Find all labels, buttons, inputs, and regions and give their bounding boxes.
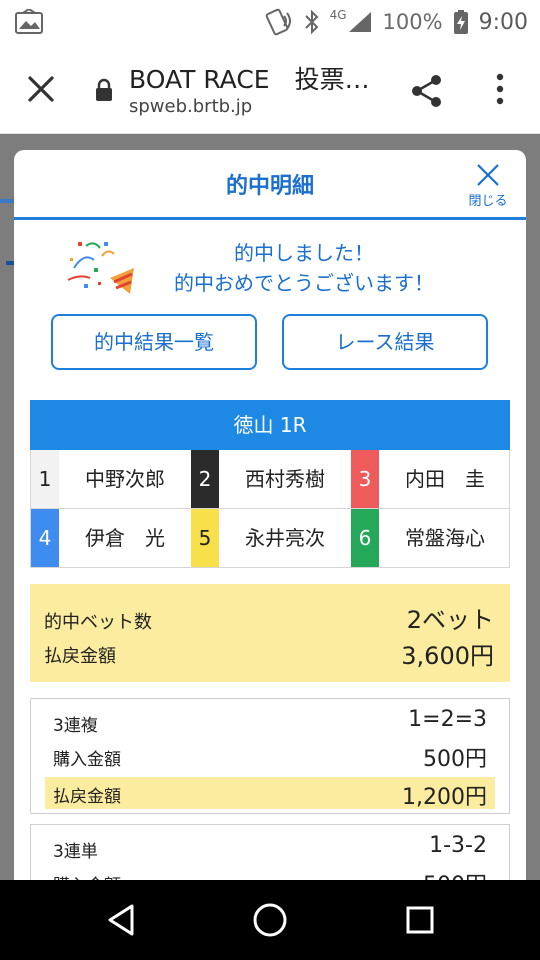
racer-name: 永井亮次 (245, 526, 325, 550)
bet-type: 3連単 (53, 842, 98, 862)
more-options-icon[interactable] (488, 70, 512, 108)
racer-cell: 6 常盤海心 (351, 509, 511, 567)
status-bar: 4G 100% 9:00 (0, 0, 540, 44)
racer-number: 3 (351, 450, 379, 508)
racer-name: 伊倉 光 (85, 526, 165, 550)
share-icon[interactable] (408, 72, 446, 110)
total-payout-label: 払戻金額 (44, 646, 116, 667)
congrats-message: 的中しました！ 的中おめでとうございます！ (64, 234, 474, 304)
racer-number: 4 (31, 509, 59, 567)
racer-cell: 4 伊倉 光 (31, 509, 191, 567)
bet-type: 3連複 (53, 716, 98, 736)
close-label: 閉じる (468, 194, 508, 209)
battery-percent: 100% (382, 10, 443, 34)
image-notification-icon (15, 9, 43, 34)
hit-results-list-button[interactable]: 的中結果一覧 (51, 314, 257, 370)
bet-combination: 1-3-2 (429, 833, 487, 858)
page-title: BOAT RACE 投票… (129, 65, 370, 94)
racer-cell: 1 中野次郎 (31, 450, 191, 508)
modal-header: 的中明細 閉じる (14, 150, 526, 220)
background-accent (6, 261, 14, 265)
hit-summary: 的中ベット数 2ベット 払戻金額 3,600円 (30, 584, 510, 682)
clock: 9:00 (478, 9, 528, 35)
recent-apps-icon[interactable] (404, 904, 436, 936)
background-accent (0, 199, 14, 203)
racer-name: 常盤海心 (405, 526, 485, 550)
bet-payout-row: 払戻金額 1,200円 (45, 777, 495, 810)
bluetooth-icon (304, 9, 319, 35)
modal-close-button[interactable]: 閉じる (464, 162, 512, 210)
bet-combination: 1=2=3 (408, 707, 487, 732)
bet-count-label: 的中ベット数 (44, 612, 152, 633)
system-navigation-bar (0, 880, 540, 960)
bet-card: 3連複 1=2=3 購入金額 500円 払戻金額 1,200円 (30, 698, 510, 814)
congrats-text: 的中しました！ 的中おめでとうございます！ (144, 238, 464, 298)
racer-name: 西村秀樹 (245, 467, 325, 491)
racer-number: 5 (191, 509, 219, 567)
browser-toolbar: BOAT RACE 投票… spweb.brtb.jp (0, 44, 540, 134)
lock-icon (96, 78, 112, 101)
party-popper-icon (67, 242, 134, 294)
congrats-line-2: 的中おめでとうございます！ (174, 271, 434, 295)
race-results-button[interactable]: レース結果 (282, 314, 488, 370)
hit-details-modal: 的中明細 閉じる 的中しました！ 的中おめでとうございます！ 的中結果一覧 レー… (14, 150, 526, 910)
racer-cell: 3 内田 圭 (351, 450, 511, 508)
racer-cell: 2 西村秀樹 (191, 450, 351, 508)
total-payout-value: 3,600円 (401, 642, 494, 670)
modal-title: 的中明細 (225, 174, 314, 199)
venue-race-header: 徳山 1R (30, 400, 510, 450)
bet-payout-label: 払戻金額 (53, 787, 121, 807)
racer-cell: 5 永井亮次 (191, 509, 351, 567)
home-icon[interactable] (252, 902, 288, 938)
racer-number: 2 (191, 450, 219, 508)
network-type: 4G (329, 8, 347, 22)
purchase-label: 購入金額 (53, 750, 121, 770)
battery-charging-icon (453, 10, 468, 34)
bet-payout-value: 1,200円 (402, 785, 487, 810)
purchase-value: 500円 (423, 747, 487, 772)
congrats-line-1: 的中しました！ (234, 241, 374, 265)
back-icon[interactable] (104, 902, 138, 938)
racer-number: 6 (351, 509, 379, 567)
close-tab-icon[interactable] (22, 70, 60, 108)
nfc-icon (265, 8, 291, 36)
racer-name: 内田 圭 (405, 467, 485, 491)
racer-number: 1 (31, 450, 59, 508)
page-url[interactable]: spweb.brtb.jp (129, 96, 252, 117)
bet-count-value: 2ベット (406, 606, 494, 634)
racer-name: 中野次郎 (85, 467, 165, 491)
close-icon (477, 164, 499, 186)
cell-signal-icon (348, 12, 371, 32)
racer-grid: 1 中野次郎 2 西村秀樹 3 内田 圭 4 伊倉 光 5 永井亮次 6 常盤海… (30, 450, 510, 568)
